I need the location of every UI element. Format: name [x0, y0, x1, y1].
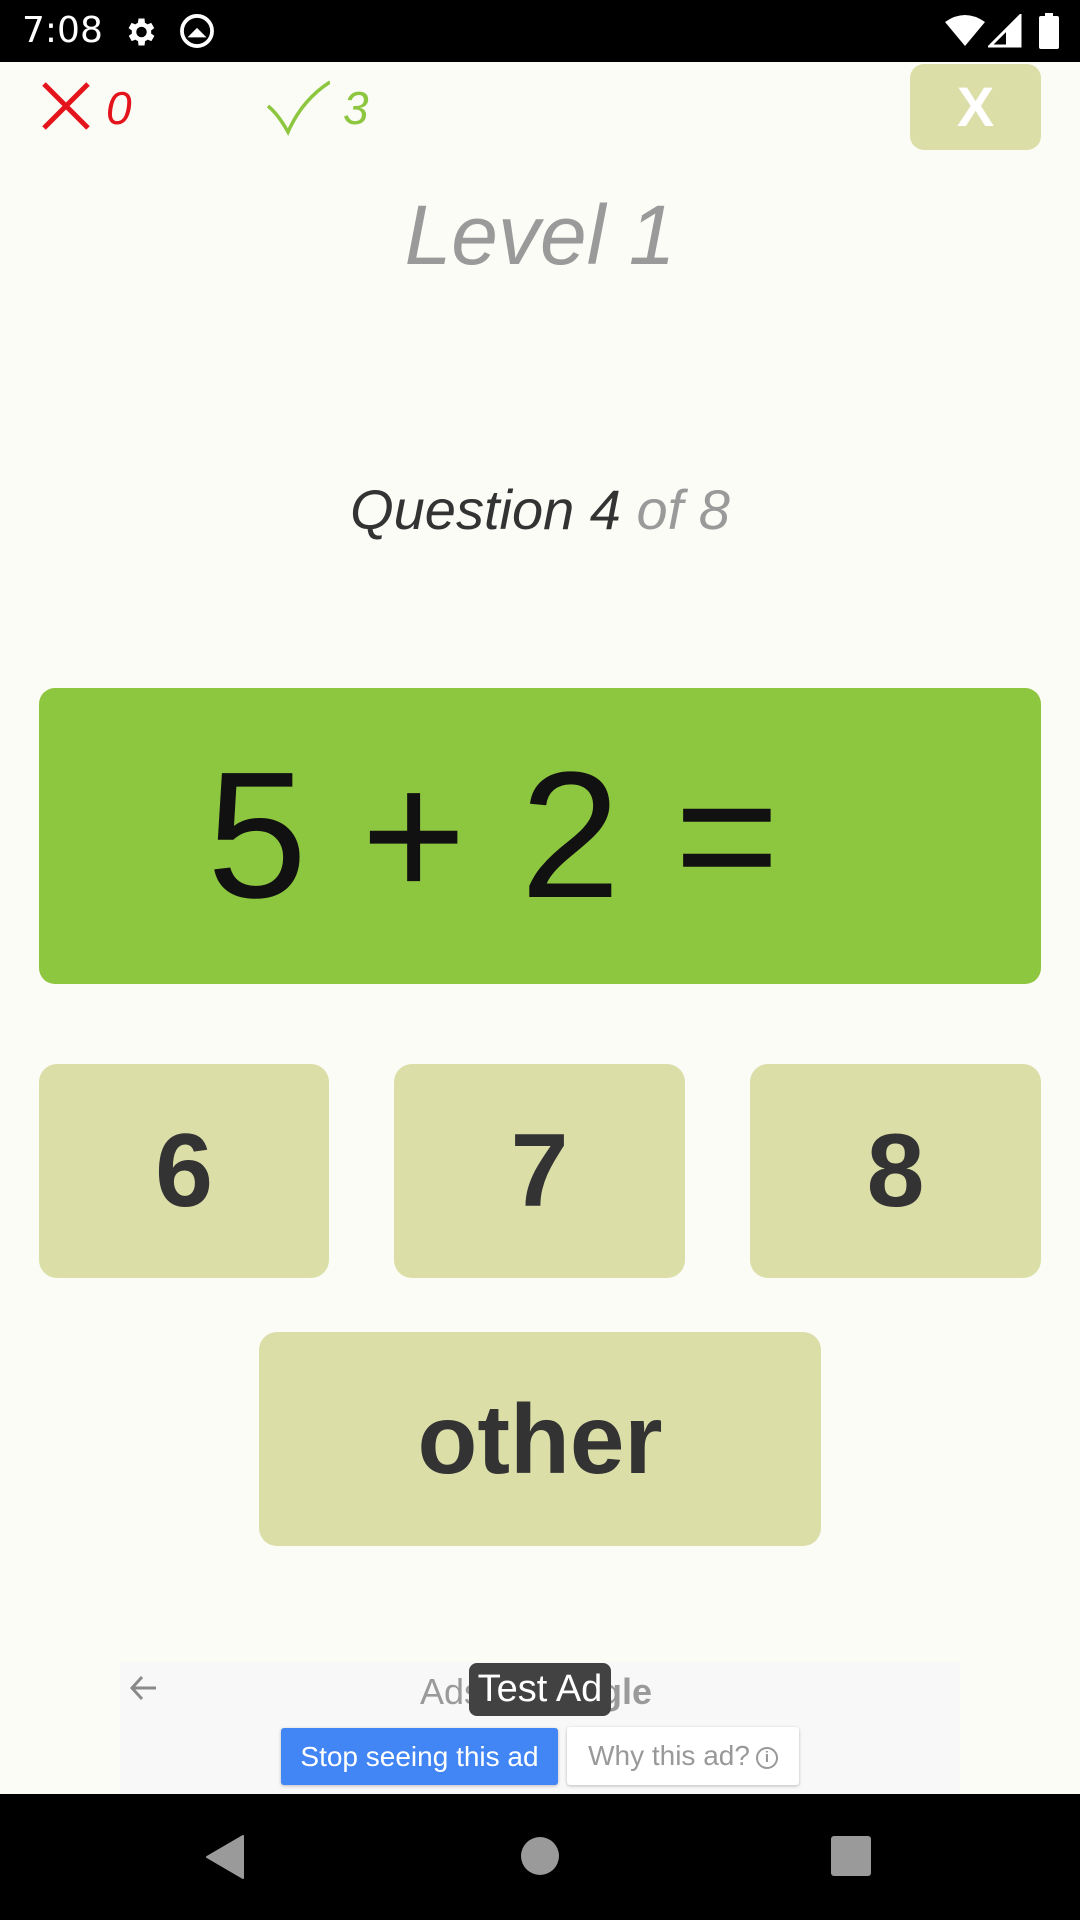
nav-home-icon[interactable]: [520, 1836, 560, 1876]
answer-other-button[interactable]: other: [259, 1332, 821, 1546]
q-logo-icon: [180, 14, 214, 48]
nav-back-icon[interactable]: [205, 1834, 245, 1880]
signal-icon: [988, 14, 1022, 48]
status-time: 7:08: [22, 10, 103, 51]
gear-icon: [128, 18, 155, 46]
info-icon: i: [755, 1746, 778, 1769]
right-count: 3: [343, 82, 369, 134]
status-bar: 7:08: [0, 0, 1080, 62]
answer-option-2[interactable]: 7: [394, 1064, 685, 1278]
stop-seeing-ad-button[interactable]: Stop seeing this ad: [281, 1728, 558, 1785]
why-this-ad-label: Why this ad?: [588, 1740, 750, 1771]
question-counter: Question 4 of 8: [0, 480, 1080, 540]
why-this-ad-button[interactable]: Why this ad? i: [567, 1727, 799, 1785]
equation-text: 5 + 2 =: [207, 735, 782, 936]
question-total: of 8: [636, 478, 730, 541]
close-button[interactable]: X: [910, 64, 1041, 150]
check-icon: [266, 80, 330, 136]
wrong-x-icon: [42, 82, 90, 130]
question-current: Question 4: [350, 478, 621, 541]
level-title: Level 1: [404, 188, 676, 282]
arrow-left-icon[interactable]: [128, 1672, 160, 1704]
navigation-bar: [0, 1794, 1080, 1920]
equation-box: 5 + 2 =: [39, 688, 1041, 984]
battery-icon: [1039, 13, 1059, 49]
answer-option-3[interactable]: 8: [750, 1064, 1041, 1278]
nav-recents-icon[interactable]: [831, 1836, 871, 1876]
wifi-icon: [945, 15, 985, 46]
test-ad-badge: Test Ad: [469, 1663, 611, 1716]
wrong-count: 0: [106, 82, 132, 134]
answer-option-1[interactable]: 6: [39, 1064, 329, 1278]
